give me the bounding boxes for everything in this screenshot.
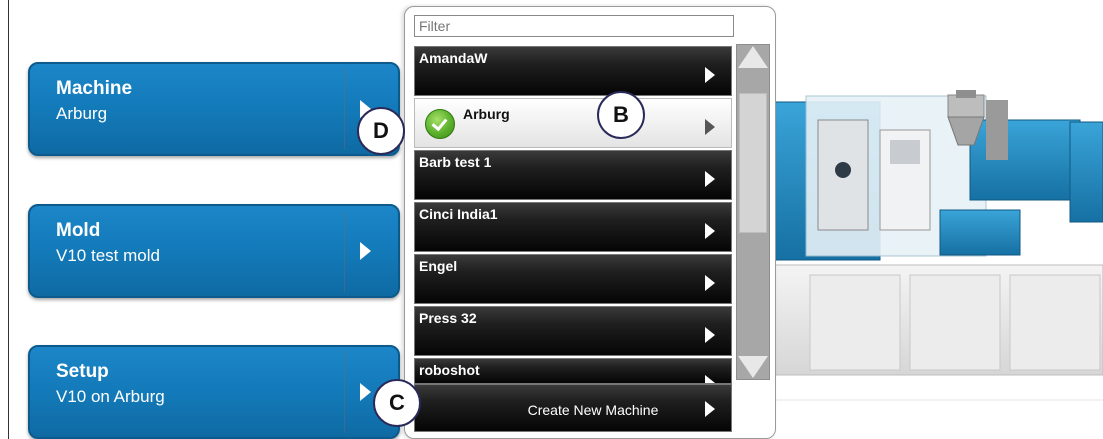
chevron-right-icon (705, 401, 715, 417)
list-item-label: Arburg (463, 106, 510, 122)
list-item-label: Press 32 (419, 310, 477, 326)
list-item-press-32[interactable]: Press 32 (414, 306, 732, 356)
mold-card-title: Mold (56, 220, 101, 241)
list-item-arburg-selected[interactable]: Arburg (414, 98, 732, 148)
list-item-roboshot[interactable]: roboshot (414, 358, 732, 384)
left-divider-line (8, 0, 9, 439)
mold-card-value: V10 test mold (56, 246, 160, 265)
chevron-right-icon (705, 327, 715, 343)
card-divider (344, 68, 345, 150)
filter-input[interactable] (414, 15, 734, 37)
chevron-right-icon (705, 223, 715, 239)
list-item-label: Barb test 1 (419, 154, 492, 170)
chevron-right-icon (705, 119, 715, 135)
scroll-up-icon[interactable] (738, 46, 768, 68)
list-item-cinci-india1[interactable]: Cinci India1 (414, 202, 732, 252)
callout-d: D (357, 107, 405, 155)
scroll-down-icon[interactable] (738, 356, 768, 378)
chevron-right-icon (705, 375, 715, 383)
machine-card-value: Arburg (56, 104, 108, 123)
list-item-amandaw[interactable]: AmandaW (414, 46, 732, 96)
setup-card-title: Setup (56, 361, 109, 382)
machine-card-title: Machine (56, 78, 133, 99)
chevron-right-icon (705, 171, 715, 187)
chevron-right-icon (360, 242, 371, 260)
machine-card[interactable]: Machine Arburg (28, 62, 400, 156)
chevron-right-icon (705, 275, 715, 291)
chevron-right-icon (360, 383, 371, 401)
callout-c: C (373, 379, 421, 427)
mold-card[interactable]: Mold V10 test mold (28, 204, 400, 298)
setup-card[interactable]: Setup V10 on Arburg (28, 345, 400, 439)
setup-card-value: V10 on Arburg (56, 387, 165, 406)
check-circle-icon (425, 109, 455, 139)
injection-molding-machine-image (770, 90, 1103, 401)
create-new-machine-label: Create New Machine (527, 402, 659, 418)
chevron-right-icon (705, 67, 715, 83)
card-divider (344, 351, 345, 433)
callout-b: B (597, 91, 645, 139)
card-divider (344, 210, 345, 292)
list-item-label: Engel (419, 258, 458, 274)
list-item-label: roboshot (419, 362, 480, 378)
list-item-engel[interactable]: Engel (414, 254, 732, 304)
create-new-machine-button[interactable]: Create New Machine (414, 384, 732, 432)
scrollbar-thumb[interactable] (739, 93, 767, 233)
list-item-label: AmandaW (419, 50, 488, 66)
list-item-label: Cinci India1 (419, 206, 498, 222)
list-item-barb-test-1[interactable]: Barb test 1 (414, 150, 732, 200)
